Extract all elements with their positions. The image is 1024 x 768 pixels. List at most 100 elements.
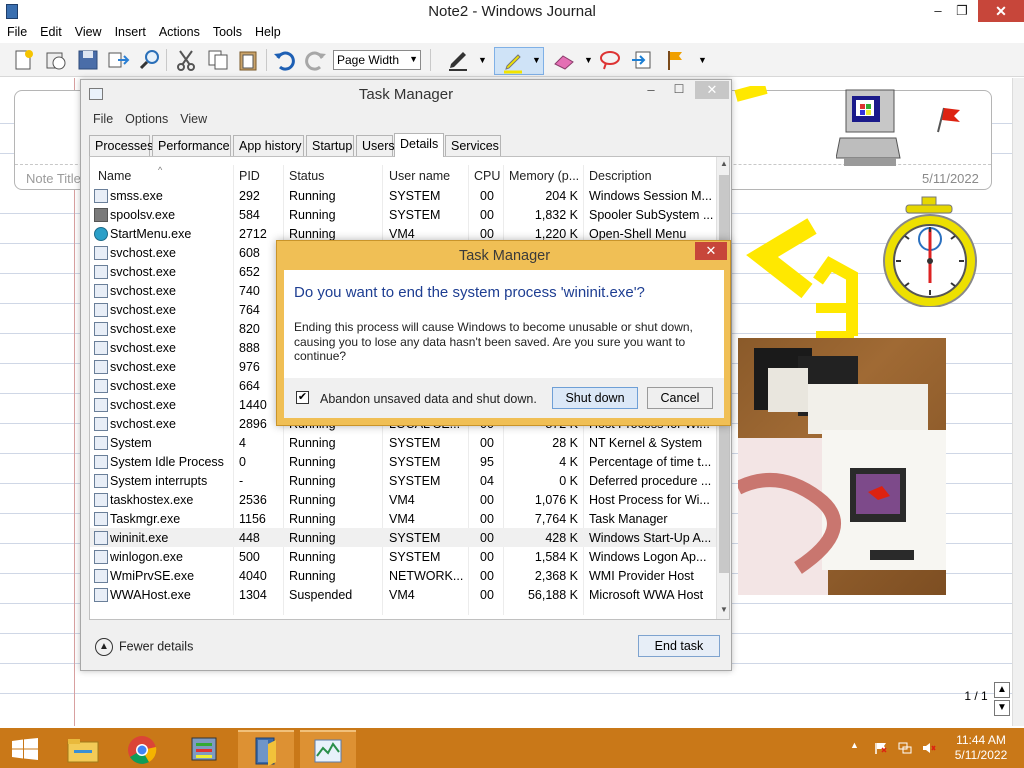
copy-icon[interactable] — [206, 48, 230, 72]
cell-status: Running — [289, 493, 336, 507]
highlighter-arrow-drawing[interactable] — [732, 86, 870, 346]
journal-close-button[interactable]: ✕ — [978, 0, 1024, 22]
flag-dropdown-icon[interactable]: ▼ — [698, 55, 707, 65]
menu-actions[interactable]: Actions — [152, 23, 206, 39]
menu-insert[interactable]: Insert — [108, 23, 152, 39]
task-manager-close-button[interactable]: ✕ — [695, 81, 729, 99]
table-row[interactable]: System 4 Running SYSTEM 00 28 K NT Kernel & Sy… — [90, 433, 716, 452]
paste-icon[interactable] — [236, 48, 260, 72]
save-icon[interactable] — [76, 48, 100, 72]
menu-edit[interactable]: Edit — [33, 23, 68, 39]
cell-status: Running — [289, 569, 336, 583]
redo-icon[interactable] — [304, 48, 328, 72]
tm-menu-file[interactable]: File — [87, 112, 119, 126]
column-header-user-name[interactable]: User name — [389, 169, 450, 183]
action-center-flag-icon[interactable] — [874, 742, 888, 754]
taskbar-windows-journal[interactable] — [238, 730, 294, 768]
table-row[interactable]: taskhostex.exe 2536 Running VM4 00 1,076 K Hos… — [90, 490, 716, 509]
process-icon — [94, 436, 108, 450]
flag-icon[interactable] — [664, 48, 688, 72]
start-button[interactable] — [0, 730, 56, 768]
pen-icon[interactable] — [446, 48, 470, 72]
column-header-status[interactable]: Status — [289, 169, 324, 183]
cell-pid: 448 — [239, 531, 260, 545]
abandon-data-checkbox-label[interactable]: Abandon unsaved data and shut down. — [320, 392, 537, 406]
system-clock[interactable]: 11:44 AM 5/11/2022 — [946, 733, 1016, 763]
cell-memory: 4 K — [559, 455, 578, 469]
table-row[interactable]: winlogon.exe 500 Running SYSTEM 00 1,584 K Win… — [90, 547, 716, 566]
taskbar-control-panel[interactable] — [176, 730, 232, 768]
cell-name: svchost.exe — [110, 246, 177, 260]
table-row[interactable]: spoolsv.exe 584 Running SYSTEM 00 1,832 K Spoo… — [90, 205, 716, 224]
dialog-close-button[interactable]: ✕ — [695, 242, 727, 260]
eraser-dropdown-icon[interactable]: ▼ — [584, 55, 593, 65]
column-header-description[interactable]: Description — [589, 169, 652, 183]
scroll-down-arrow-icon[interactable]: ▼ — [717, 603, 729, 617]
show-hidden-icons-icon[interactable]: ▲ — [850, 740, 859, 750]
insert-space-icon[interactable] — [630, 48, 654, 72]
table-row[interactable]: smss.exe 292 Running SYSTEM 00 204 K Windows S… — [90, 186, 716, 205]
cell-name: smss.exe — [110, 189, 163, 203]
tm-menu-options[interactable]: Options — [119, 112, 174, 126]
menu-tools[interactable]: Tools — [206, 23, 248, 39]
column-header-name[interactable]: Name — [98, 169, 131, 183]
table-row[interactable]: System Idle Process 0 Running SYSTEM 95 4 K Pe… — [90, 452, 716, 471]
taskbar-task-manager[interactable] — [300, 730, 356, 768]
menu-help[interactable]: Help — [248, 23, 287, 39]
volume-muted-icon[interactable] — [922, 742, 936, 754]
cell-user-name: NETWORK... — [389, 569, 464, 583]
note-title-placeholder[interactable]: Note Title — [26, 171, 81, 186]
menu-file[interactable]: File — [0, 23, 33, 39]
previous-page-button[interactable]: ▲ — [994, 682, 1010, 698]
task-manager-maximize-button[interactable]: ☐ — [665, 82, 693, 96]
journal-vertical-scrollbar[interactable] — [1012, 78, 1024, 726]
stopwatch-clipart-icon[interactable] — [878, 195, 978, 307]
undo-icon[interactable] — [272, 48, 296, 72]
table-row[interactable]: Taskmgr.exe 1156 Running VM4 00 7,764 K Task M… — [90, 509, 716, 528]
end-task-button[interactable]: End task — [638, 635, 720, 657]
shut-down-button[interactable]: Shut down — [552, 387, 638, 409]
highlighter-tool-button[interactable]: ▼ — [494, 47, 544, 75]
column-header-memory[interactable]: Memory (p... — [509, 169, 579, 183]
pen-dropdown-icon[interactable]: ▼ — [478, 55, 487, 65]
lasso-select-icon[interactable] — [598, 48, 622, 72]
abandon-data-checkbox[interactable]: ✔ — [296, 391, 309, 404]
tab-startup[interactable]: Startup — [306, 135, 354, 156]
find-icon[interactable] — [138, 48, 162, 72]
open-icon[interactable] — [44, 48, 68, 72]
column-header-cpu[interactable]: CPU — [474, 169, 500, 183]
cell-user-name: SYSTEM — [389, 550, 441, 564]
chevron-down-icon: ▼ — [409, 54, 418, 64]
table-row[interactable]: wininit.exe 448 Running SYSTEM 00 428 K Window… — [90, 528, 716, 547]
eraser-icon[interactable] — [552, 48, 576, 72]
tab-performance[interactable]: Performance — [152, 135, 231, 156]
column-header-pid[interactable]: PID — [239, 169, 260, 183]
tm-menu-view[interactable]: View — [174, 112, 213, 126]
tab-app-history[interactable]: App history — [233, 135, 304, 156]
tab-services[interactable]: Services — [445, 135, 501, 156]
taskbar-file-explorer[interactable] — [56, 730, 112, 768]
table-row[interactable]: System interrupts - Running SYSTEM 04 0 K Defe… — [90, 471, 716, 490]
menu-view[interactable]: View — [68, 23, 108, 39]
tab-details[interactable]: Details — [394, 133, 444, 157]
cut-icon[interactable] — [174, 48, 198, 72]
cell-cpu: 00 — [480, 588, 494, 602]
cell-user-name: SYSTEM — [389, 208, 441, 222]
fewer-details-button[interactable]: ▲ Fewer details — [95, 638, 193, 656]
journal-maximize-button[interactable]: ❐ — [945, 0, 979, 22]
table-row[interactable]: WmiPrvSE.exe 4040 Running NETWORK... 00 2,368… — [90, 566, 716, 585]
scroll-up-arrow-icon[interactable]: ▲ — [717, 157, 729, 171]
new-note-icon[interactable] — [12, 48, 36, 72]
task-manager-minimize-button[interactable]: – — [637, 82, 665, 97]
tab-processes[interactable]: Processes — [89, 135, 153, 156]
red-flag-icon[interactable] — [930, 102, 964, 134]
tab-users[interactable]: Users — [356, 135, 395, 156]
next-page-button[interactable]: ▼ — [994, 700, 1010, 716]
network-icon[interactable] — [898, 742, 912, 754]
zoom-select[interactable]: Page Width ▼ — [333, 50, 421, 70]
table-row[interactable]: WWAHost.exe 1304 Suspended VM4 00 56,188 K Mic… — [90, 585, 716, 604]
cancel-button[interactable]: Cancel — [647, 387, 713, 409]
send-icon[interactable] — [106, 48, 130, 72]
floppy-disks-photo[interactable] — [738, 338, 946, 595]
taskbar-chrome[interactable] — [114, 730, 170, 768]
